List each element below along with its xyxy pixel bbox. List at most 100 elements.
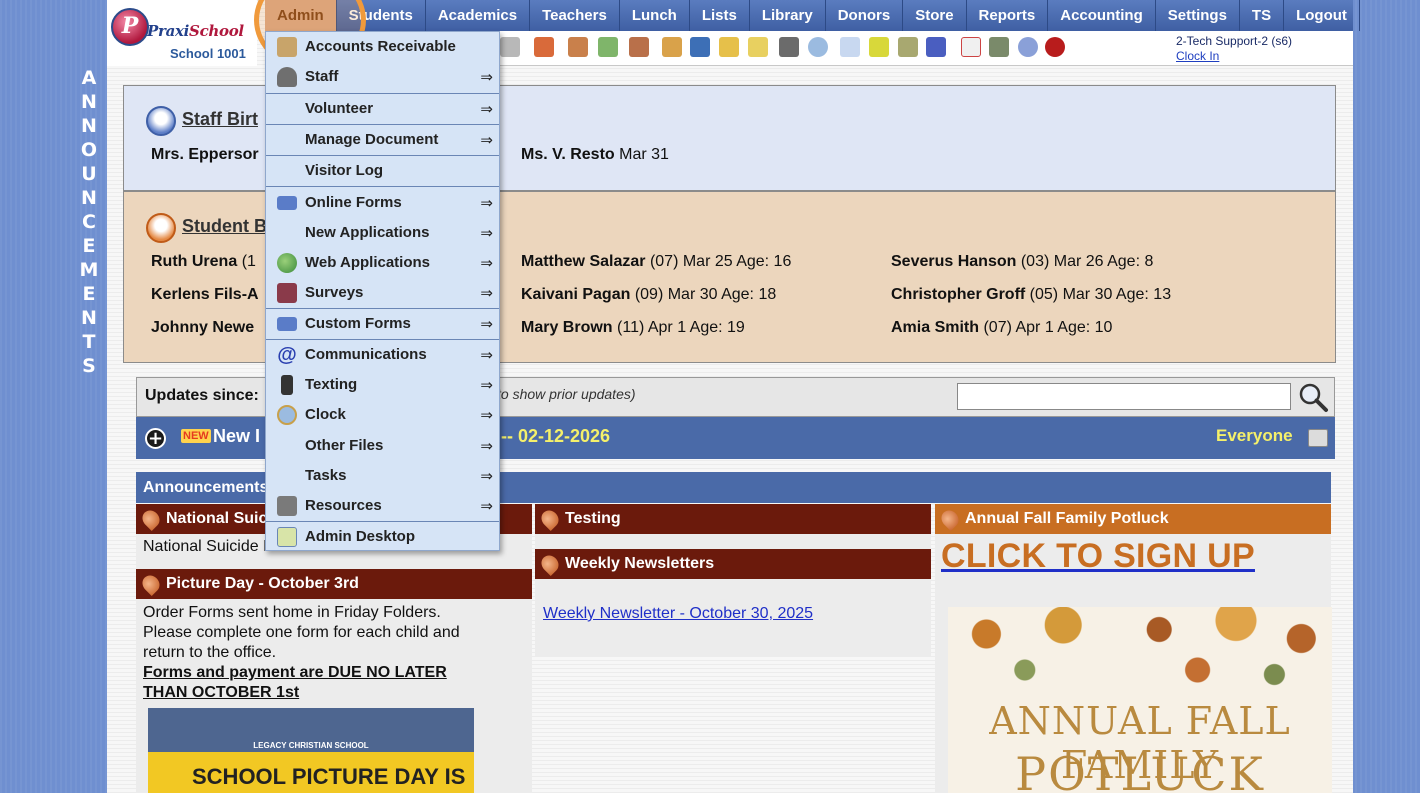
nav-library[interactable]: Library [750, 0, 826, 31]
card-title-testing[interactable]: Testing [535, 504, 931, 534]
admin-dropdown-menu: Accounts Receivable Staff ⇒ Volunteer ⇒ Ma… [265, 31, 500, 551]
student-birthday-entry: Mary Brown (11) Apr 1 Age: 19 [521, 319, 745, 336]
card-icon[interactable] [869, 37, 889, 57]
desktop-icon [277, 527, 297, 547]
card-title-weekly-newsletters[interactable]: Weekly Newsletters [535, 549, 931, 579]
cash-icon[interactable] [989, 37, 1009, 57]
user-add-icon[interactable] [534, 37, 554, 57]
pin-icon [537, 551, 563, 577]
student-birthday-entry: Kerlens Fils-A [151, 286, 259, 303]
menu-volunteer[interactable]: Volunteer ⇒ [266, 94, 499, 124]
new-badge-icon: NEW [181, 429, 211, 443]
html-icon [277, 317, 297, 331]
nav-lunch[interactable]: Lunch [620, 0, 690, 31]
menu-communications[interactable]: @ Communications ⇒ [266, 340, 499, 370]
updates-hint: to show prior updates) [497, 386, 636, 402]
pin-icon [537, 506, 563, 532]
top-nav: Admin Students Academics Teachers Lunch … [265, 0, 1360, 31]
menu-admin-desktop[interactable]: Admin Desktop [266, 522, 499, 552]
student-birthdays-title[interactable]: Student B [182, 216, 267, 237]
ap-icon[interactable] [926, 37, 946, 57]
menu-separator [266, 186, 499, 187]
search-icon[interactable] [1297, 381, 1329, 413]
stop-icon[interactable] [1045, 37, 1065, 57]
phone-icon [281, 375, 293, 395]
student-birthday-entry: Ruth Urena (1 [151, 253, 256, 270]
users-icon[interactable] [629, 37, 649, 57]
menu-new-applications[interactable]: New Applications ⇒ [266, 218, 499, 248]
pin-icon [937, 506, 963, 532]
student-birthday-entry: Christopher Groff (05) Mar 30 Age: 13 [891, 286, 1172, 303]
staff-birthday-entry: Ms. V. Resto Mar 31 [521, 146, 669, 163]
logo[interactable]: P PraxiSchool School 1001 [107, 0, 257, 66]
nav-lists[interactable]: Lists [690, 0, 750, 31]
card-body-testing [535, 534, 931, 549]
nav-ts[interactable]: TS [1240, 0, 1285, 31]
pin-icon [138, 506, 164, 532]
nav-academics[interactable]: Academics [426, 0, 531, 31]
cake-icon [146, 213, 176, 243]
expand-plus-icon[interactable]: + [145, 428, 166, 449]
menu-accounts-receivable[interactable]: Accounts Receivable [266, 32, 499, 62]
export-icon[interactable] [748, 37, 768, 57]
news-date: -- 02-12-2026 [501, 426, 611, 446]
book-icon[interactable] [690, 37, 710, 57]
user-status: 2-Tech Support-2 (s6) [1176, 34, 1293, 48]
announcements-side-label: A N N O U N C E M E N T S [79, 67, 99, 377]
broom-icon[interactable] [719, 37, 739, 57]
student-birthday-entry: Kaivani Pagan (09) Mar 30 Age: 18 [521, 286, 777, 303]
menu-clock[interactable]: Clock ⇒ [266, 400, 499, 430]
menu-web-applications[interactable]: Web Applications ⇒ [266, 248, 499, 278]
student-birthday-entry: Matthew Salazar (07) Mar 25 Age: 16 [521, 253, 792, 270]
megaphone-icon[interactable] [500, 37, 520, 57]
printer-icon[interactable] [1308, 429, 1328, 447]
student-birthday-entry: Johnny Newe [151, 319, 255, 336]
spreadsheet-icon[interactable] [840, 37, 860, 57]
nav-store[interactable]: Store [903, 0, 967, 31]
nav-donors[interactable]: Donors [826, 0, 904, 31]
money-icon[interactable] [598, 37, 618, 57]
printer-icon[interactable] [898, 37, 918, 57]
globe-icon [277, 253, 297, 273]
menu-other-files[interactable]: Other Files ⇒ [266, 431, 499, 461]
updates-since-label: Updates since: [145, 387, 259, 404]
person-icon[interactable] [779, 37, 799, 57]
help-icon[interactable] [1018, 37, 1038, 57]
nav-reports[interactable]: Reports [967, 0, 1049, 31]
signup-link[interactable]: CLICK TO SIGN UP [941, 537, 1255, 576]
nav-settings[interactable]: Settings [1156, 0, 1240, 31]
newsletter-link[interactable]: Weekly Newsletter - October 30, 2025 [543, 605, 813, 623]
nav-teachers[interactable]: Teachers [530, 0, 620, 31]
nav-logout[interactable]: Logout [1284, 0, 1360, 31]
menu-online-forms[interactable]: Online Forms ⇒ [266, 188, 499, 218]
card-title-picture-day[interactable]: Picture Day - October 3rd [136, 569, 532, 599]
menu-manage-document[interactable]: Manage Document ⇒ [266, 125, 499, 155]
logo-mark: P [111, 8, 149, 46]
cake-icon [146, 106, 176, 136]
search-input[interactable] [957, 383, 1291, 410]
clock-in-link[interactable]: Clock In [1176, 49, 1219, 63]
clock-icon [277, 405, 297, 425]
menu-surveys[interactable]: Surveys ⇒ [266, 278, 499, 308]
menu-resources[interactable]: Resources ⇒ [266, 491, 499, 521]
staff-birthday-entry: Mrs. Eppersor [151, 146, 259, 163]
alarm-icon[interactable] [808, 37, 828, 57]
picture-day-flyer-image: LEGACY CHRISTIAN SCHOOL SCHOOL PICTURE D… [148, 708, 474, 793]
logo-text: PraxiSchool [147, 22, 244, 40]
news-title: New I [213, 426, 261, 446]
pdf-icon[interactable] [961, 37, 981, 57]
staff-icon [277, 67, 297, 87]
calculator-icon [277, 496, 297, 516]
card-title-fall-potluck[interactable]: Annual Fall Family Potluck [935, 504, 1331, 534]
menu-visitor-log[interactable]: Visitor Log [266, 156, 499, 186]
html-icon [277, 196, 297, 210]
user-icon[interactable] [568, 37, 588, 57]
staff-birthdays-title[interactable]: Staff Birt [182, 109, 258, 130]
menu-tasks[interactable]: Tasks ⇒ [266, 461, 499, 491]
burger-icon[interactable] [662, 37, 682, 57]
nav-accounting[interactable]: Accounting [1048, 0, 1156, 31]
menu-staff[interactable]: Staff ⇒ [266, 62, 499, 92]
menu-texting[interactable]: Texting ⇒ [266, 370, 499, 400]
menu-custom-forms[interactable]: Custom Forms ⇒ [266, 309, 499, 339]
survey-icon [277, 283, 297, 303]
